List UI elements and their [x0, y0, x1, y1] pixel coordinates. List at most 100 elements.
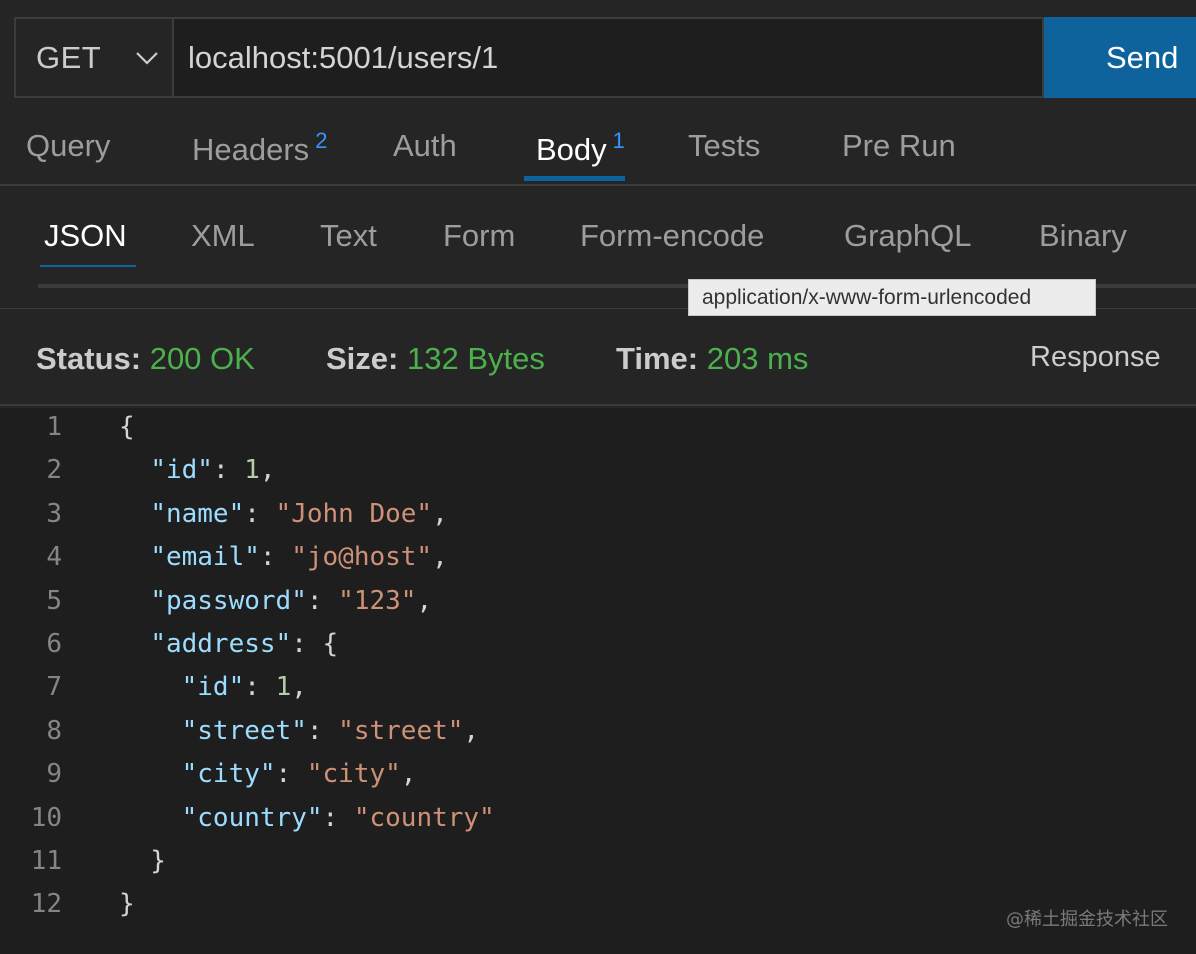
- tab-label: Tests: [688, 128, 761, 163]
- tab-label: Auth: [393, 128, 457, 163]
- json-punctuation: [119, 542, 150, 572]
- code-line: 1{: [0, 412, 1196, 455]
- json-punctuation: {: [119, 412, 135, 442]
- tab-xml[interactable]: XML: [191, 218, 255, 254]
- json-punctuation: [119, 586, 150, 616]
- active-tab-indicator: [524, 176, 625, 181]
- status-info: Status: 200 OK: [36, 341, 255, 377]
- code-line: 6 "address": {: [0, 629, 1196, 672]
- json-key: "id": [181, 672, 245, 703]
- code-text: "email": "jo@host",: [119, 542, 448, 573]
- line-number: 8: [46, 715, 62, 746]
- time-value: 203 ms: [706, 341, 809, 376]
- send-button[interactable]: Send: [1044, 17, 1196, 98]
- json-punctuation: [119, 499, 150, 529]
- json-punctuation: ,: [259, 455, 276, 486]
- json-punctuation: [119, 716, 182, 746]
- tab-body[interactable]: Body 1: [536, 128, 625, 168]
- json-punctuation: :: [212, 455, 245, 486]
- code-text: "country": "country": [119, 803, 495, 833]
- status-label: Status:: [36, 341, 142, 376]
- line-number: 9: [46, 759, 62, 790]
- tab-json[interactable]: JSON: [44, 218, 127, 254]
- json-punctuation: ,: [432, 498, 448, 529]
- code-text: "city": "city",: [119, 759, 417, 790]
- json-key: "password": [150, 585, 307, 616]
- tab-headers[interactable]: Headers 2: [192, 128, 327, 168]
- json-punctuation: [119, 803, 182, 833]
- json-string: "street": [338, 715, 464, 746]
- response-editor[interactable]: 1{2 "id": 1, 3 "name": "John Doe", 4 "emai…: [0, 408, 1196, 954]
- json-punctuation: :: [275, 759, 307, 790]
- json-punctuation: ,: [432, 542, 448, 573]
- line-number: 4: [46, 542, 62, 573]
- json-punctuation: [119, 455, 150, 485]
- json-key: "country": [181, 802, 323, 833]
- json-key: "city": [181, 759, 276, 790]
- json-punctuation: [119, 629, 150, 659]
- json-key: "address": [150, 629, 292, 659]
- watermark: @稀土掘金技术社区: [1006, 909, 1168, 930]
- line-number: 12: [30, 889, 62, 920]
- code-text: }: [119, 846, 166, 876]
- json-punctuation: : {: [291, 629, 339, 659]
- request-bar: GET Send: [14, 17, 1196, 98]
- tab-pre-run[interactable]: Pre Run: [842, 128, 956, 164]
- json-key: "street": [181, 715, 307, 746]
- line-number: 1: [46, 412, 62, 442]
- url-input[interactable]: [172, 17, 1044, 98]
- json-punctuation: :: [244, 672, 276, 703]
- json-punctuation: [119, 672, 182, 702]
- json-punctuation: ,: [400, 759, 417, 790]
- tab-graphql[interactable]: GraphQL: [844, 218, 972, 254]
- request-tabs: Query Headers 2 Auth Body 1 Tests Pre Run: [0, 98, 1196, 186]
- json-punctuation: ,: [291, 672, 307, 703]
- json-punctuation: :: [259, 542, 292, 573]
- json-key: "name": [150, 498, 245, 529]
- json-number: 1: [244, 455, 260, 486]
- json-punctuation: :: [244, 498, 276, 529]
- json-punctuation: :: [306, 585, 339, 616]
- line-number: 7: [46, 672, 62, 703]
- code-line: 11 }: [0, 846, 1196, 889]
- tab-query[interactable]: Query: [26, 128, 110, 164]
- json-punctuation: }: [119, 846, 166, 876]
- tab-tests[interactable]: Tests: [688, 128, 760, 164]
- tab-form-encode[interactable]: Form-encode: [580, 218, 764, 254]
- method-select[interactable]: GET: [14, 17, 172, 98]
- code-line: 2 "id": 1,: [0, 455, 1196, 498]
- code-text: "address": {: [119, 629, 338, 659]
- time-info: Time: 203 ms: [616, 341, 808, 377]
- tab-label: Pre Run: [842, 128, 956, 163]
- tab-form[interactable]: Form: [443, 218, 515, 254]
- json-punctuation: }: [119, 889, 135, 920]
- json-string: "123": [338, 585, 417, 616]
- tab-text[interactable]: Text: [320, 218, 377, 254]
- line-number: 10: [30, 802, 62, 833]
- code-line: 8 "street": "street",: [0, 716, 1196, 759]
- json-string: "country": [353, 802, 495, 833]
- json-key: "id": [150, 455, 213, 486]
- code-line: 7 "id": 1,: [0, 672, 1196, 715]
- method-label: GET: [36, 39, 102, 75]
- json-key: "email": [150, 542, 260, 573]
- tab-binary[interactable]: Binary: [1039, 218, 1127, 254]
- line-number: 11: [30, 846, 62, 876]
- response-tab[interactable]: Response: [1030, 341, 1161, 374]
- size-label: Size:: [326, 341, 399, 376]
- body-type-tabs: JSON XML Text Form Form-encode GraphQL B…: [0, 186, 1196, 278]
- tab-label: Query: [26, 128, 111, 163]
- json-punctuation: :: [306, 715, 339, 746]
- code-text: "name": "John Doe",: [119, 498, 448, 529]
- tab-badge: 2: [315, 128, 328, 153]
- json-punctuation: ,: [416, 585, 433, 616]
- code-text: "password": "123",: [119, 586, 432, 616]
- code-line: 5 "password": "123",: [0, 586, 1196, 629]
- code-text: "id": 1,: [119, 672, 307, 702]
- line-number: 3: [46, 498, 62, 529]
- code-line: 9 "city": "city",: [0, 759, 1196, 802]
- tab-auth[interactable]: Auth: [393, 128, 457, 164]
- size-info: Size: 132 Bytes: [326, 341, 545, 377]
- active-subtab-indicator: [40, 265, 136, 267]
- json-punctuation: :: [322, 802, 354, 833]
